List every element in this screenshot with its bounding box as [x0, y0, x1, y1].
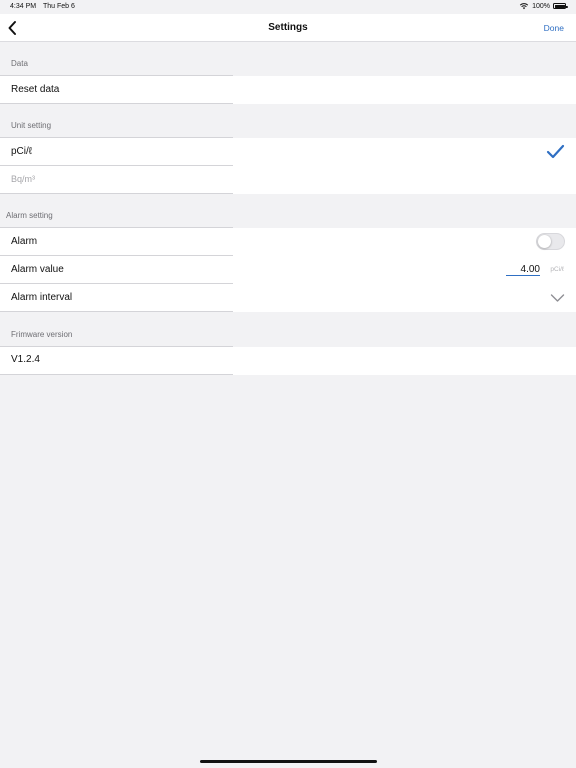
alarm-value-label: Alarm value — [11, 264, 64, 275]
status-right: 100% — [519, 2, 568, 10]
status-date: Thu Feb 6 — [43, 3, 75, 10]
checkmark-icon — [546, 144, 565, 159]
unit-option-pci[interactable]: pCi/ℓ — [0, 138, 576, 166]
chevron-down-icon — [550, 294, 565, 302]
divider — [0, 103, 233, 104]
unit-option-label: pCi/ℓ — [11, 146, 33, 157]
alarm-value-unit: pCi/ℓ — [550, 266, 564, 273]
unit-option-bq[interactable]: Bq/m³ — [0, 166, 576, 194]
unit-option-label: Bq/m³ — [11, 174, 36, 184]
alarm-value-row: Alarm value pCi/ℓ — [0, 256, 576, 284]
reset-data-label: Reset data — [11, 84, 60, 95]
alarm-toggle[interactable] — [536, 233, 565, 250]
unit-options-group: pCi/ℓ Bq/m³ — [0, 138, 576, 194]
navigation-bar: Settings Done — [0, 14, 576, 42]
alarm-row: Alarm — [0, 228, 576, 256]
alarm-interval-row[interactable]: Alarm interval — [0, 284, 576, 312]
page-title: Settings — [268, 22, 308, 33]
alarm-label: Alarm — [11, 236, 38, 247]
alarm-settings-group: Alarm Alarm value pCi/ℓ Alarm interval — [0, 228, 576, 312]
home-indicator[interactable] — [200, 760, 377, 763]
done-button[interactable]: Done — [544, 23, 564, 33]
status-bar: 4:34 PM Thu Feb 6 100% — [0, 0, 576, 14]
status-time: 4:34 PM — [10, 3, 37, 10]
toggle-knob — [538, 235, 551, 248]
divider — [0, 193, 233, 194]
alarm-interval-label: Alarm interval — [11, 292, 73, 303]
divider — [0, 374, 233, 375]
firmware-row: V1.2.4 — [0, 347, 576, 375]
wifi-icon — [519, 3, 529, 10]
alarm-value-input[interactable] — [506, 263, 540, 276]
firmware-version: V1.2.4 — [11, 354, 40, 365]
reset-data-row[interactable]: Reset data — [0, 76, 576, 104]
divider — [0, 311, 233, 312]
battery-percent: 100% — [532, 2, 550, 10]
battery-icon — [553, 3, 568, 9]
